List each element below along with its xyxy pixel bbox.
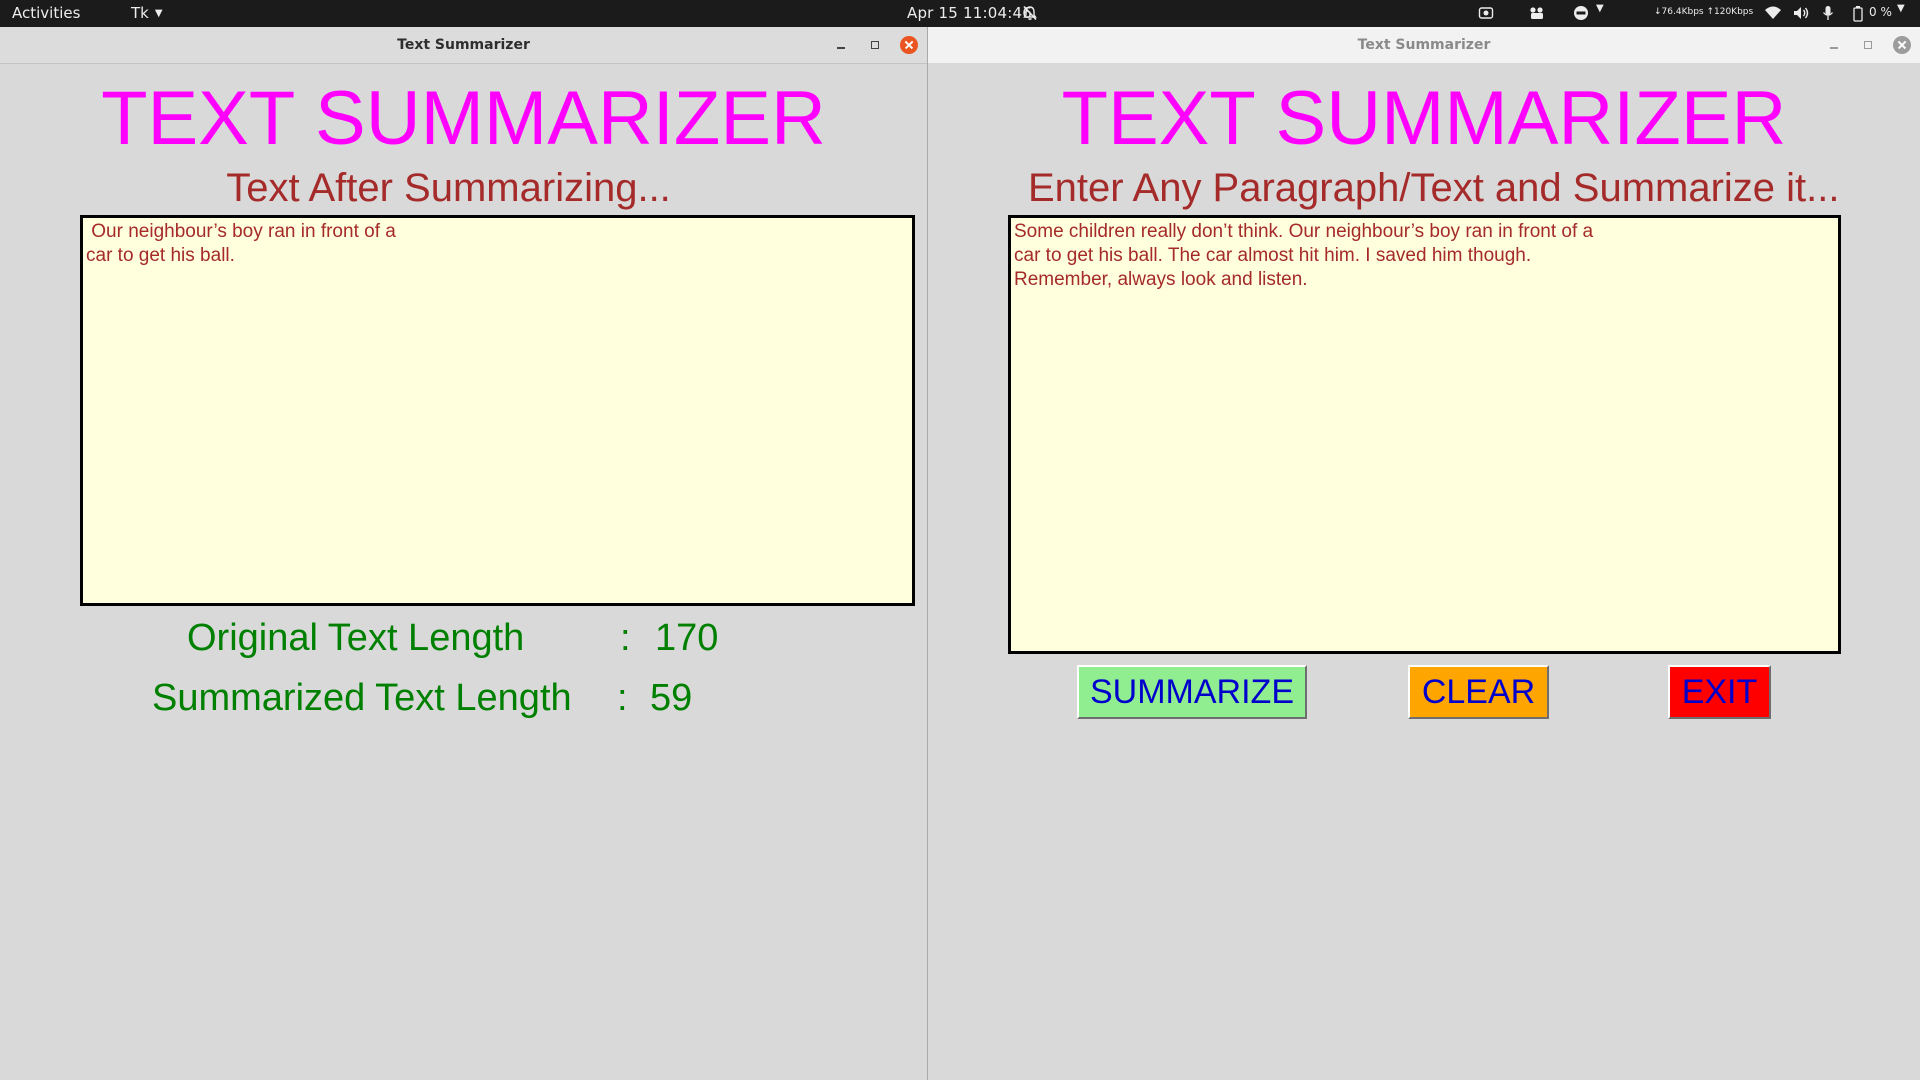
original-length-row: Original Text Length : 170	[0, 616, 927, 660]
clear-button[interactable]: CLEAR	[1408, 665, 1549, 719]
app-menu[interactable]: Tk ▼	[131, 4, 163, 22]
app-menu-label: Tk	[131, 4, 149, 22]
accessibility-icon[interactable]	[1573, 5, 1589, 21]
settings-icon[interactable]	[1528, 5, 1546, 21]
volume-icon[interactable]	[1792, 5, 1810, 21]
battery-icon[interactable]	[1851, 5, 1865, 23]
clock[interactable]: Apr 15 11:04:46	[907, 4, 1032, 22]
app-title: TEXT SUMMARIZER	[101, 76, 826, 161]
window-title: Text Summarizer	[1357, 37, 1491, 53]
summary-output-textbox[interactable]: Our neighbour’s boy ran in front of a ca…	[80, 215, 915, 606]
system-top-bar: Activities Tk ▼ Apr 15 11:04:46 ▼ ↓76.4Kb…	[0, 0, 1920, 27]
microphone-icon[interactable]	[1821, 5, 1835, 21]
text-input-textbox[interactable]: Some children really don’t think. Our ne…	[1008, 215, 1841, 654]
minimize-button[interactable]	[832, 36, 850, 54]
summarized-length-row: Summarized Text Length : 59	[0, 676, 927, 720]
close-button[interactable]	[900, 36, 918, 54]
chevron-down-icon[interactable]: ▼	[1897, 3, 1905, 14]
window-title: Text Summarizer	[397, 37, 530, 53]
screenshot-icon[interactable]	[1478, 5, 1494, 21]
battery-percentage: 0 %	[1869, 5, 1892, 19]
maximize-button[interactable]	[1859, 36, 1877, 54]
output-heading: Text After Summarizing...	[226, 166, 671, 210]
network-speed: ↓76.4Kbps ↑120Kbps	[1654, 7, 1754, 17]
app-title: TEXT SUMMARIZER	[1061, 76, 1787, 161]
close-button[interactable]	[1893, 36, 1911, 54]
original-length-value: 170	[655, 617, 719, 659]
window-titlebar[interactable]: Text Summarizer	[928, 27, 1920, 64]
summarized-length-label: Summarized Text Length	[152, 677, 572, 719]
window-titlebar[interactable]: Text Summarizer	[0, 27, 927, 64]
original-length-separator: :	[620, 617, 631, 659]
input-heading: Enter Any Paragraph/Text and Summarize i…	[1028, 166, 1840, 210]
chevron-down-icon[interactable]: ▼	[1596, 3, 1604, 14]
wifi-icon[interactable]	[1764, 5, 1782, 21]
summarized-length-separator: :	[617, 677, 628, 719]
minimize-button[interactable]	[1825, 36, 1843, 54]
exit-button[interactable]: EXIT	[1668, 665, 1771, 719]
original-length-label: Original Text Length	[187, 617, 525, 659]
summary-window: Text Summarizer TEXT SUMMARIZER Text Aft…	[0, 27, 927, 1080]
summarized-length-value: 59	[650, 677, 693, 719]
maximize-button[interactable]	[866, 36, 884, 54]
summarize-button[interactable]: SUMMARIZE	[1077, 665, 1307, 719]
chevron-down-icon: ▼	[154, 8, 163, 19]
bell-muted-icon	[1023, 5, 1037, 21]
activities-button[interactable]: Activities	[12, 4, 80, 22]
